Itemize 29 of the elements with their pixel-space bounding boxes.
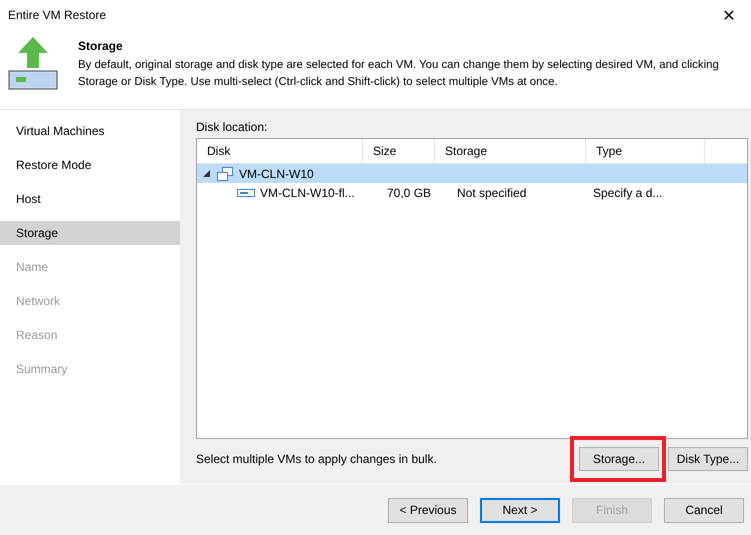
table-row[interactable]: VM-CLN-W10-fl... 70,0 GB Not specified Specify a d... bbox=[197, 183, 747, 202]
wizard-button[interactable]: < Previous bbox=[388, 498, 468, 522]
column-header[interactable]: Storage bbox=[435, 139, 586, 163]
window-title: Entire VM Restore bbox=[8, 8, 106, 22]
wizard-button[interactable]: Cancel bbox=[664, 498, 744, 522]
table-row[interactable]: VM-CLN-W10 bbox=[197, 164, 747, 183]
vm-icon bbox=[216, 166, 234, 182]
sidebar-item[interactable]: Restore Mode bbox=[0, 153, 180, 177]
page-description: By default, original storage and disk type are selected for each VM. You can change them by selecting desired VM, and clicking Storage or Disk Type. Use multi-select (Ctrl-click and Shift-click) to select multiple VMs at once. bbox=[78, 58, 720, 90]
table-cell: 70,0 GB bbox=[387, 186, 432, 200]
sidebar-item[interactable]: Storage bbox=[0, 221, 180, 245]
disk-location-label: Disk location: bbox=[196, 120, 268, 134]
action-button[interactable]: Storage... bbox=[579, 447, 659, 471]
restore-icon bbox=[8, 35, 58, 91]
hint-text: Select multiple VMs to apply changes in bulk. bbox=[196, 452, 437, 466]
table-cell: VM-CLN-W10 bbox=[239, 166, 314, 180]
table-cell: Specify a d... bbox=[593, 186, 662, 200]
sidebar-item[interactable]: Virtual Machines bbox=[0, 119, 180, 143]
expand-toggle-icon[interactable] bbox=[203, 170, 210, 177]
table-cell: Not specified bbox=[457, 186, 526, 200]
column-header[interactable]: Type bbox=[586, 139, 705, 163]
table-cell: VM-CLN-W10-fl... bbox=[260, 186, 355, 200]
sidebar-item[interactable]: Host bbox=[0, 187, 180, 211]
close-button[interactable]: ✕ bbox=[707, 0, 751, 30]
page-title: Storage bbox=[78, 39, 124, 53]
column-header[interactable]: Size bbox=[363, 139, 435, 163]
action-button[interactable]: Disk Type... bbox=[668, 447, 748, 471]
wizard-button[interactable]: Next > bbox=[480, 498, 560, 522]
column-header[interactable]: Disk bbox=[197, 139, 363, 163]
